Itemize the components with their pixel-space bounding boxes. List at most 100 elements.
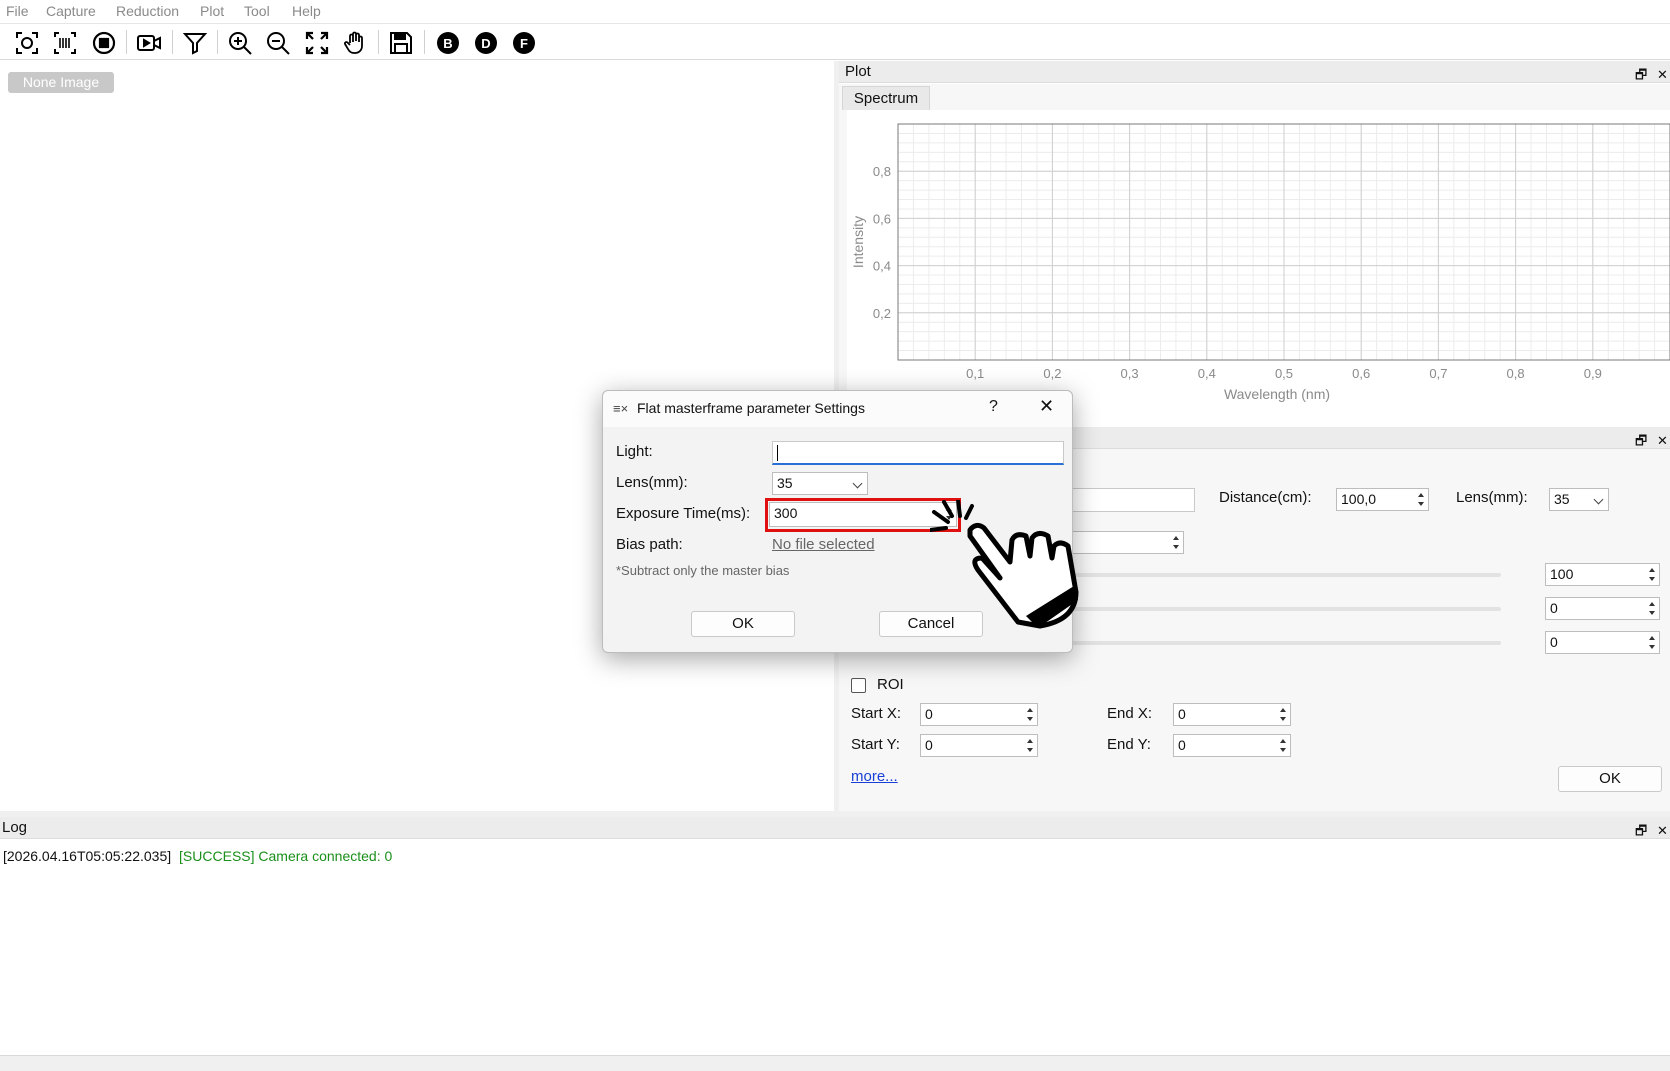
light-label: Light:: [616, 443, 653, 460]
screenshot-icon[interactable]: [13, 29, 41, 57]
text-cursor: [777, 445, 778, 461]
x-tick-label: 0,4: [1198, 366, 1216, 381]
plot-dock-title: Plot 🗗 ✕: [839, 61, 1670, 83]
start-y-spinbox[interactable]: 0: [920, 734, 1038, 757]
filter-icon[interactable]: [181, 29, 209, 57]
start-x-spinbox[interactable]: 0: [920, 703, 1038, 726]
spectrum-chart-svg: 0,1 0,2 0,3 0,4 0,5 0,6 0,7 0,8 0,9 0,2 0,4 0,6 0,8…: [850, 123, 1670, 402]
float-dock-icon[interactable]: 🗗: [1635, 64, 1647, 86]
d-icon: D: [475, 32, 497, 54]
spin-arrows-icon[interactable]: [1278, 706, 1288, 723]
slider-3[interactable]: [1009, 641, 1501, 645]
f-icon: F: [513, 32, 535, 54]
close-dock-icon[interactable]: ✕: [1657, 820, 1668, 842]
x-tick-label: 0,8: [1507, 366, 1525, 381]
bias-file-link[interactable]: No file selected: [772, 536, 875, 553]
bias-note: *Subtract only the master bias: [616, 563, 790, 578]
spin-arrows-icon[interactable]: [1278, 737, 1288, 754]
menu-bar: File Capture Reduction Plot Tool Help: [0, 0, 1670, 24]
menu-tool[interactable]: Tool: [244, 3, 270, 19]
light-input[interactable]: [772, 441, 1064, 465]
x-tick-label: 0,3: [1121, 366, 1139, 381]
menu-help[interactable]: Help: [292, 3, 321, 19]
distance-label: Distance(cm):: [1219, 489, 1312, 506]
toolbar: B D F: [0, 24, 1670, 60]
slider-1-value: 100: [1550, 566, 1574, 582]
x-tick-label: 0,6: [1352, 366, 1370, 381]
dialog-ok-button[interactable]: OK: [691, 611, 795, 637]
image-status-badge: None Image: [8, 72, 114, 93]
more-link[interactable]: more...: [851, 768, 898, 785]
spin-arrows-icon[interactable]: [1647, 566, 1657, 583]
float-dock-icon[interactable]: 🗗: [1635, 820, 1647, 842]
chevron-down-icon: [852, 478, 863, 489]
log-panel: [2026.04.16T05:05:22.035] [SUCCESS] Came…: [0, 840, 1670, 1055]
x-tick-label: 0,5: [1275, 366, 1293, 381]
menu-file[interactable]: File: [6, 3, 29, 19]
menu-plot[interactable]: Plot: [200, 3, 224, 19]
y-axis-label: Intensity: [850, 216, 866, 268]
hand-pan-icon[interactable]: [341, 29, 369, 57]
slider-3-value: 0: [1550, 634, 1558, 650]
settings-ok-button[interactable]: OK: [1558, 766, 1662, 792]
bias-b-button[interactable]: B: [434, 29, 462, 57]
zoom-in-icon[interactable]: [226, 29, 254, 57]
fit-screen-icon[interactable]: [303, 29, 331, 57]
video-icon[interactable]: [135, 29, 163, 57]
start-y-value: 0: [925, 737, 933, 753]
chevron-down-icon: [1593, 494, 1604, 505]
x-axis-label: Wavelength (nm): [1224, 386, 1330, 402]
slider-2[interactable]: [1009, 607, 1501, 611]
slider-2-value: 0: [1550, 600, 1558, 616]
exposure-label: Exposure Time(ms):: [616, 505, 751, 522]
x-tick-label: 0,2: [1043, 366, 1061, 381]
dialog-title: Flat masterframe parameter Settings: [637, 400, 865, 416]
lens-combo[interactable]: 35: [772, 472, 868, 495]
slider-2-spinbox[interactable]: 0: [1545, 597, 1660, 620]
distance-value: 100,0: [1341, 491, 1377, 507]
spin-arrows-icon[interactable]: [1647, 600, 1657, 617]
end-y-spinbox[interactable]: 0: [1173, 734, 1291, 757]
spin-arrows-icon[interactable]: [1025, 737, 1035, 754]
plot-dock-label: Plot: [845, 63, 871, 80]
flat-f-button[interactable]: F: [510, 29, 538, 57]
slider-1[interactable]: [1009, 573, 1501, 577]
help-icon[interactable]: ?: [989, 398, 998, 416]
dialog-app-icon: ≡×: [613, 401, 629, 416]
dark-d-button[interactable]: D: [472, 29, 500, 57]
spin-arrows-icon[interactable]: [1171, 534, 1181, 551]
x-tick-label: 0,7: [1429, 366, 1447, 381]
close-dock-icon[interactable]: ✕: [1657, 64, 1668, 86]
slider-3-spinbox[interactable]: 0: [1545, 631, 1660, 654]
slider-1-spinbox[interactable]: 100: [1545, 563, 1660, 586]
end-x-spinbox[interactable]: 0: [1173, 703, 1291, 726]
spin-arrows-icon[interactable]: [1647, 634, 1657, 651]
menu-capture[interactable]: Capture: [46, 3, 96, 19]
log-dock-label: Log: [2, 819, 28, 836]
lens-combo[interactable]: 35: [1549, 488, 1609, 511]
spin-arrows-icon[interactable]: [1416, 491, 1426, 508]
barcode-scan-icon[interactable]: [51, 29, 79, 57]
distance-spinbox[interactable]: 100,0: [1336, 488, 1429, 511]
end-x-label: End X:: [1107, 705, 1153, 722]
stop-icon[interactable]: [90, 29, 118, 57]
bias-path-label: Bias path:: [616, 536, 683, 553]
tab-spectrum[interactable]: Spectrum: [842, 86, 930, 110]
y-tick-label: 0,4: [873, 259, 891, 274]
log-message: [SUCCESS] Camera connected: 0: [179, 848, 393, 864]
end-y-label: End Y:: [1107, 736, 1151, 753]
log-timestamp: [2026.04.16T05:05:22.035]: [3, 848, 172, 864]
zoom-out-icon[interactable]: [264, 29, 292, 57]
spin-arrows-icon[interactable]: [1025, 706, 1035, 723]
b-icon: B: [437, 32, 459, 54]
x-tick-label: 0,1: [966, 366, 984, 381]
save-icon[interactable]: [387, 29, 415, 57]
y-tick-label: 0,2: [873, 306, 891, 321]
roi-checkbox[interactable]: [851, 678, 866, 693]
close-icon[interactable]: ✕: [1039, 396, 1054, 417]
menu-reduction[interactable]: Reduction: [116, 3, 179, 19]
status-bar: [0, 1055, 1670, 1071]
log-dock-title: Log 🗗 ✕: [0, 817, 1670, 839]
spectrum-chart: 0,1 0,2 0,3 0,4 0,5 0,6 0,7 0,8 0,9 0,2 0,4 0,6 0,8…: [847, 110, 1670, 406]
y-tick-label: 0,8: [873, 164, 891, 179]
